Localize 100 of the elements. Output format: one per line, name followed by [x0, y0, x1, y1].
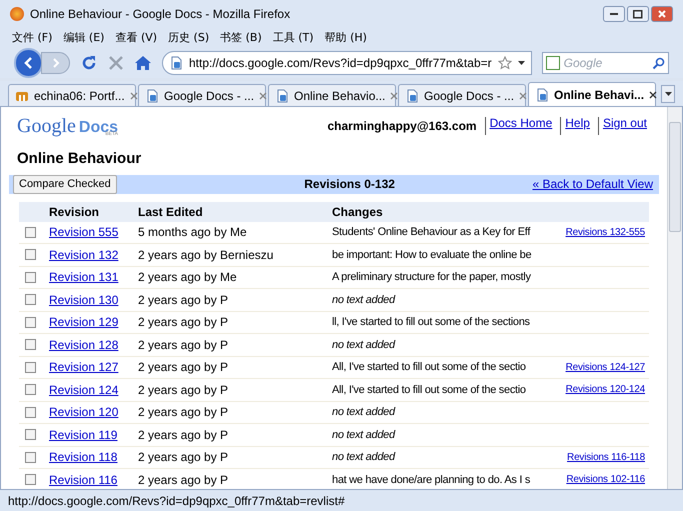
last-edited-cell-text: 2 years ago by P [138, 472, 230, 489]
row-checkbox[interactable] [25, 226, 36, 238]
changes-cell-text: A preliminary structure for the paper, mostly [332, 270, 531, 285]
last-edited-cell-text: 2 years ago by Bernieszu [138, 246, 274, 264]
revisions-range-link[interactable]: Revisions 120-124 [566, 382, 649, 398]
last-edited-cell-text: 2 years ago by P [138, 336, 230, 354]
changes-cell-text: All, I've started to fill out some of the sectio [332, 382, 526, 398]
search-engine-icon [546, 56, 560, 70]
document-icon [405, 88, 419, 102]
revision-range-title: Revisions 0-132 [303, 176, 396, 193]
revision-link[interactable]: Revision 116 [49, 472, 118, 487]
menu-item[interactable]: 编辑 (E) [63, 30, 104, 46]
document-title: Online Behaviour [16, 149, 142, 169]
last-edited-cell-text: 2 years ago by P [138, 359, 230, 376]
row-checkbox[interactable] [25, 272, 36, 283]
minimize-icon [610, 13, 618, 15]
window-title: Online Behaviour - Google Docs - Mozilla Firefox [30, 6, 292, 23]
search-icon[interactable] [652, 56, 665, 70]
close-icon [658, 10, 666, 18]
menu-item[interactable]: 帮助 (H) [324, 30, 367, 46]
last-edited-cell-text: 2 years ago by P [138, 382, 230, 399]
changes-cell-text: no text added [332, 450, 395, 465]
revision-link[interactable]: Revision 128 [49, 338, 118, 352]
last-edited-cell-text: 2 years ago by P [138, 292, 230, 309]
header-link[interactable]: Sign out [598, 117, 651, 135]
changes-cell-text: no text added [332, 428, 395, 442]
minimize-button[interactable] [603, 6, 625, 22]
maximize-button[interactable] [627, 6, 649, 22]
changes-cell-text: be important: How to evaluate the online be [332, 248, 532, 262]
revision-link[interactable]: Revision 130 [49, 292, 118, 307]
revision-link[interactable]: Revision 129 [49, 315, 118, 330]
last-edited-cell-text: 2 years ago by P [138, 404, 230, 422]
stop-icon[interactable] [108, 55, 124, 71]
last-edited-cell-text: 5 months ago by Me [138, 224, 248, 242]
browser-tab[interactable]: Online Behavio... [268, 84, 396, 106]
changes-cell-text: no text added [332, 405, 395, 420]
revisions-range-link[interactable]: Revisions 124-127 [566, 360, 649, 375]
address-field[interactable]: http://docs.google.com/Revs?id=dp9qpxc_0ffr77m&tab=r [162, 51, 532, 75]
row-checkbox[interactable] [25, 429, 36, 440]
revisions-range-link[interactable]: Revisions 116-118 [567, 450, 649, 465]
revision-link[interactable]: Revision 118 [49, 450, 118, 464]
revision-link[interactable]: Revision 131 [49, 270, 118, 284]
row-checkbox[interactable] [25, 452, 36, 463]
row-checkbox[interactable] [25, 249, 36, 260]
header-link[interactable]: Docs Home [484, 117, 556, 135]
close-icon[interactable] [649, 90, 658, 98]
last-edited-cell-text: 2 years ago by P [138, 426, 230, 444]
last-edited-cell-text: 2 years ago by Me [138, 269, 238, 286]
browser-tab[interactable]: Online Behavi... [528, 82, 656, 106]
close-button[interactable] [651, 6, 673, 22]
document-icon [535, 88, 549, 102]
column-header: Last Edited [138, 204, 204, 220]
forward-button[interactable] [41, 52, 70, 74]
row-checkbox[interactable] [25, 474, 36, 486]
changes-cell-text: All, I've started to fill out some of the sectio [332, 360, 526, 375]
back-link[interactable]: « Back to Default View [532, 175, 655, 193]
page-icon [168, 56, 183, 70]
revision-link[interactable]: Revision 132 [49, 248, 118, 262]
revision-link[interactable]: Revision 119 [49, 428, 118, 442]
document-icon [145, 88, 159, 102]
search-box[interactable]: Google [542, 52, 669, 74]
home-icon[interactable] [134, 55, 152, 71]
tab-list-button[interactable] [661, 85, 675, 103]
revision-link[interactable]: Revision 555 [49, 225, 118, 240]
changes-cell-text: Students' Online Behaviour as a Key for Eff [332, 225, 530, 240]
changes-cell-text: no text added [332, 338, 395, 352]
revision-link[interactable]: Revision 127 [49, 360, 118, 374]
revision-link[interactable]: Revision 120 [49, 405, 118, 420]
changes-cell-text: ll, I've started to fill out some of the sections [332, 315, 530, 330]
compare-checked-button[interactable]: Compare Checked [13, 174, 117, 194]
revision-link[interactable]: Revision 124 [49, 382, 118, 397]
row-checkbox[interactable] [25, 362, 36, 373]
row-checkbox[interactable] [25, 339, 36, 350]
firefox-icon [10, 7, 24, 21]
header-link[interactable]: Help [560, 117, 594, 135]
browser-tab[interactable]: Google Docs - ... [398, 84, 526, 106]
row-checkbox[interactable] [25, 384, 36, 396]
last-edited-cell-text: 2 years ago by P [138, 314, 230, 332]
star-icon[interactable] [498, 56, 512, 70]
row-checkbox[interactable] [25, 406, 36, 418]
row-checkbox[interactable] [25, 294, 36, 306]
revisions-range-link[interactable]: Revisions 132-555 [566, 224, 649, 240]
menu-item[interactable]: 工具 (T) [272, 30, 314, 46]
dropdown-icon[interactable] [518, 61, 525, 65]
changes-cell-text: no text added [332, 292, 395, 308]
browser-tab[interactable]: echina06: Portf... [8, 84, 136, 106]
row-checkbox[interactable] [25, 316, 36, 328]
search-field[interactable]: Google [564, 54, 648, 72]
back-button[interactable] [14, 48, 44, 78]
reload-icon[interactable] [80, 54, 98, 72]
last-edited-cell-text: 2 years ago by P [138, 449, 230, 466]
revisions-range-link[interactable]: Revisions 102-116 [566, 472, 649, 488]
column-header: Revision [49, 204, 100, 220]
scrollbar[interactable] [667, 107, 682, 489]
caret-icon [664, 92, 672, 96]
browser-tab[interactable]: Google Docs - ... [138, 84, 266, 106]
menu-item[interactable]: 查看 (V) [115, 30, 158, 46]
menu-item[interactable]: 书签 (B) [220, 30, 262, 46]
menu-item[interactable]: 文件 (F) [12, 30, 52, 46]
menu-item[interactable]: 历史 (S) [168, 30, 210, 46]
